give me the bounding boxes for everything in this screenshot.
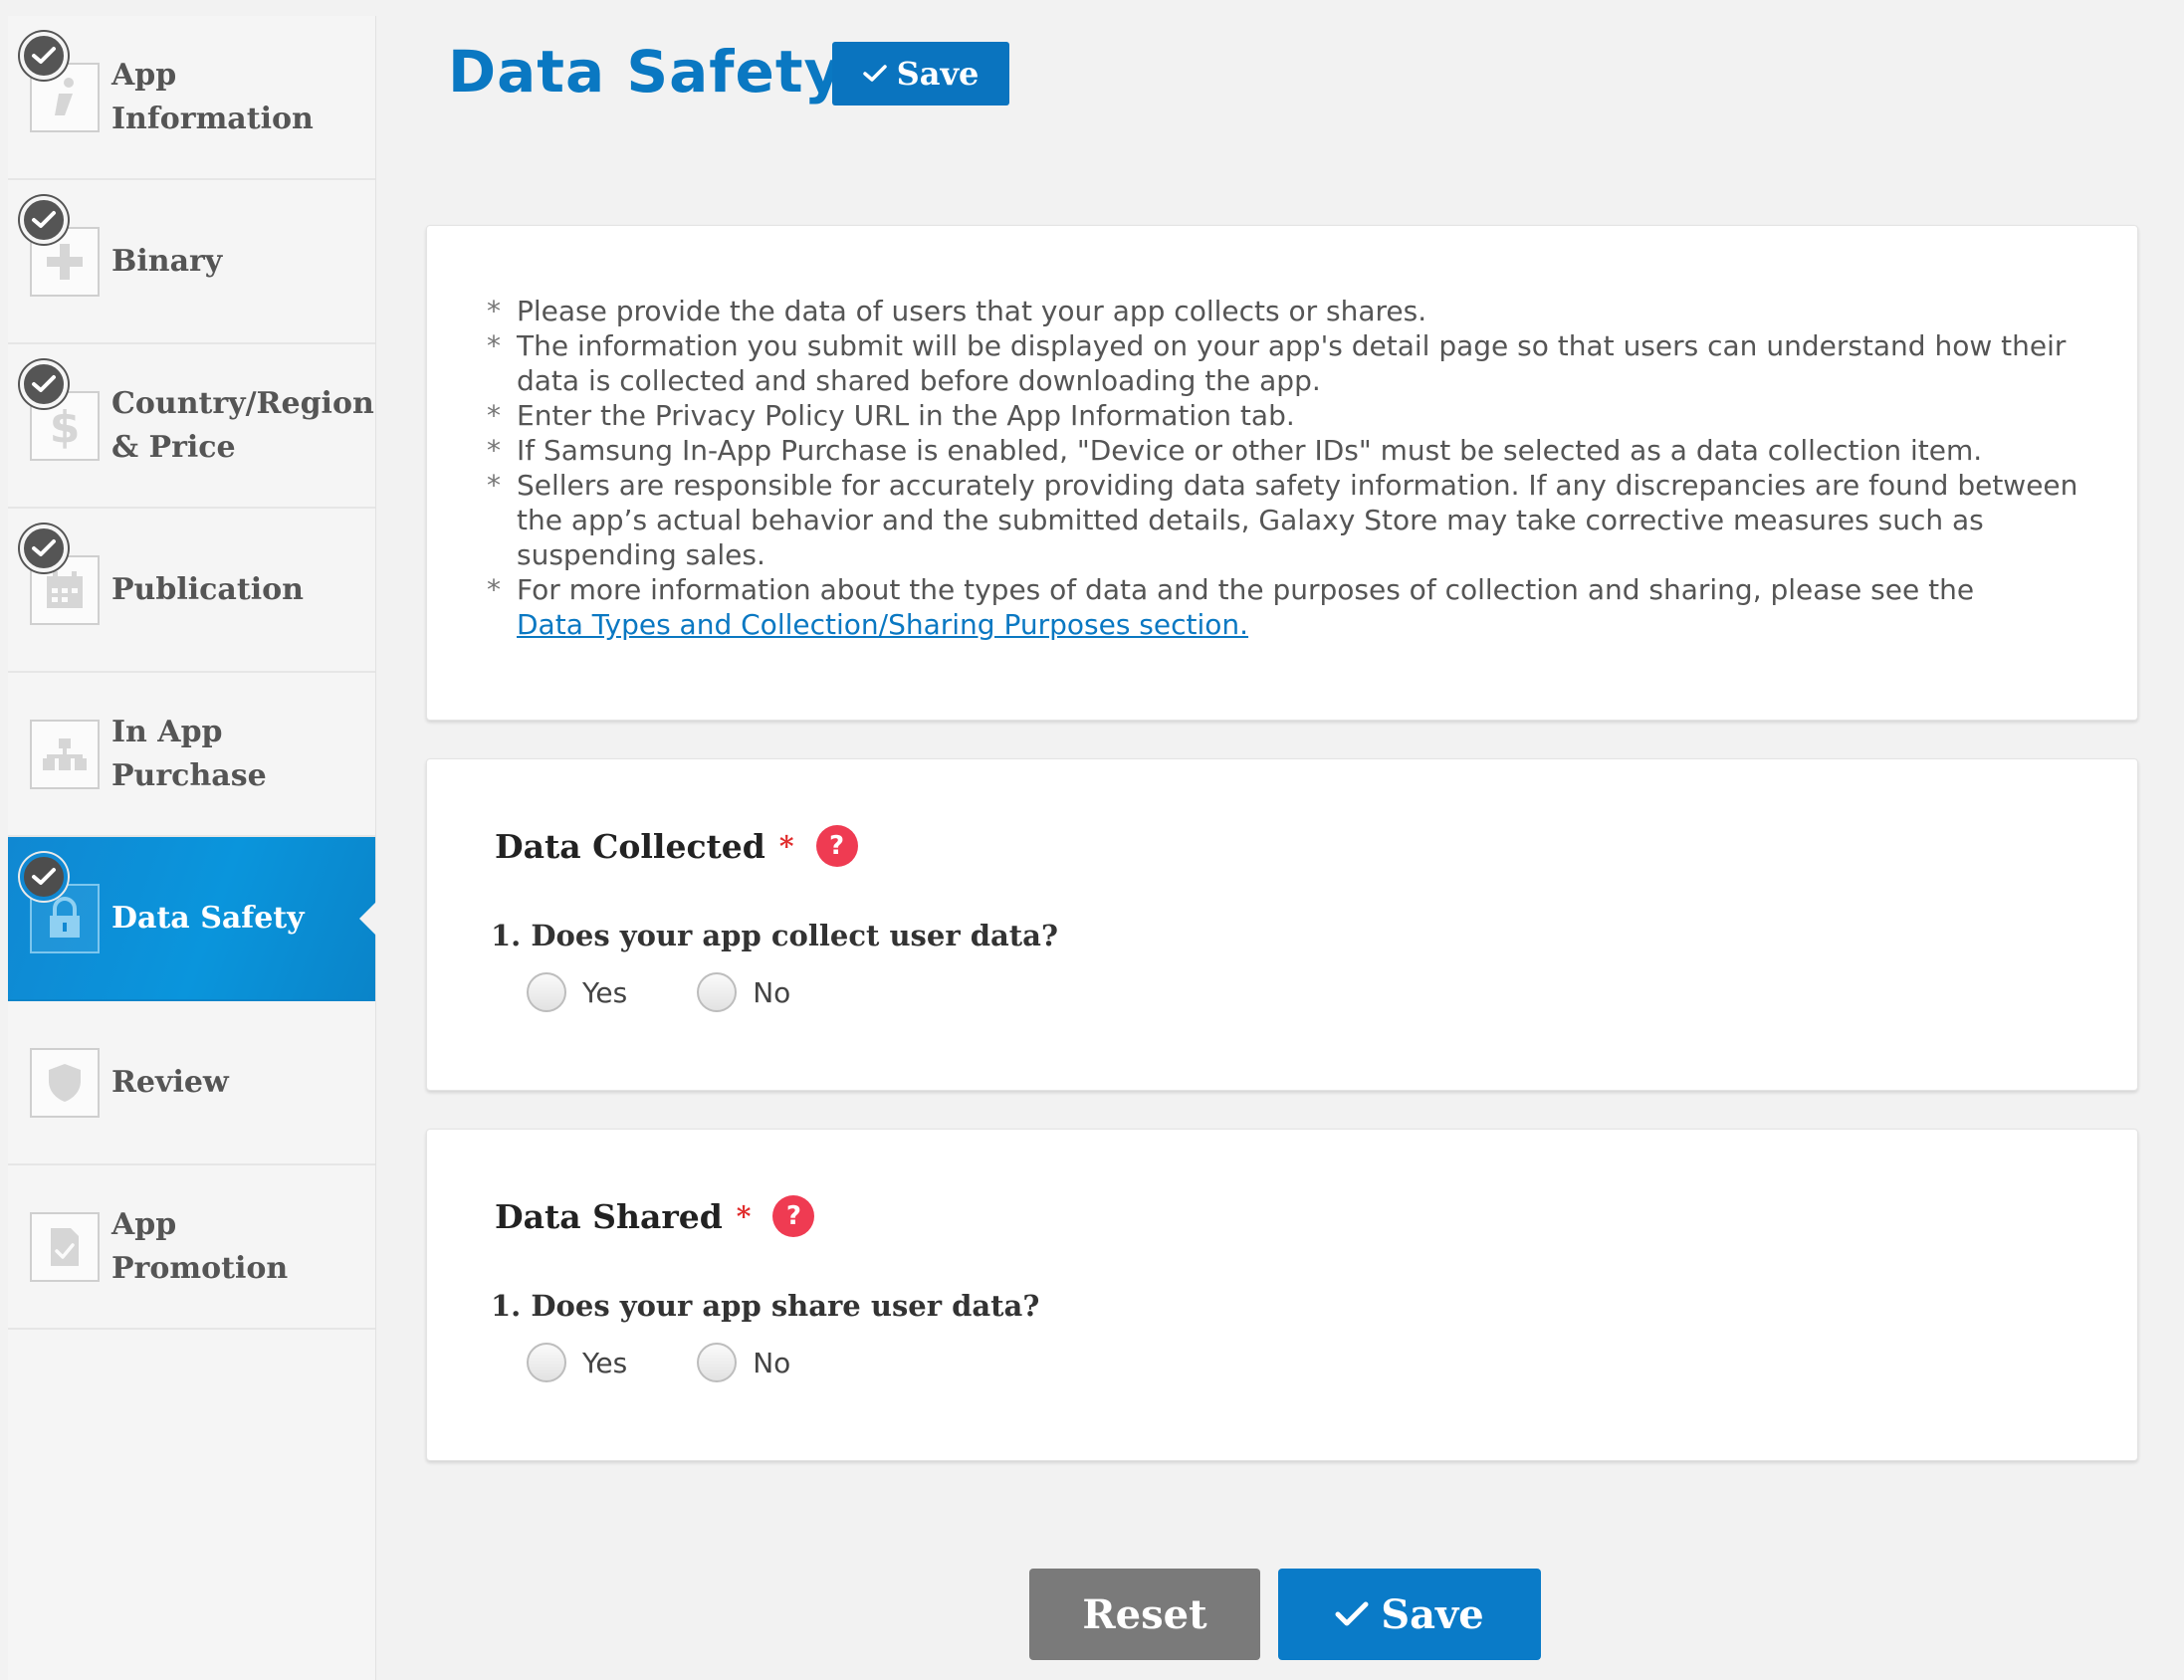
- reset-button[interactable]: Reset: [1029, 1569, 1260, 1660]
- note-item: * Please provide the data of users that y…: [487, 295, 1427, 327]
- sidebar-item-label: Data Safety: [111, 900, 305, 936]
- sidebar-item-label: In App Purchase: [111, 714, 267, 793]
- share-question: 1. Does your app share user data?: [491, 1289, 1040, 1323]
- data-shared-title: Data Shared * ?: [495, 1195, 815, 1237]
- sidebar-item-label: Country/Region & Price: [111, 385, 374, 465]
- notes-list: * Please provide the data of users that y…: [487, 294, 2079, 642]
- share-yes-radio[interactable]: Yes: [527, 1343, 627, 1382]
- check-icon: [1335, 1601, 1369, 1626]
- help-icon[interactable]: ?: [772, 1195, 815, 1237]
- sidebar-item-data-safety[interactable]: Data Safety: [8, 837, 375, 1001]
- radio-circle[interactable]: [697, 1343, 738, 1382]
- data-collected-card: Data Collected * ? 1. Does your app coll…: [426, 758, 2138, 1091]
- radio-circle[interactable]: [697, 972, 738, 1012]
- note-item: * Enter the Privacy Policy URL in the App…: [487, 399, 1295, 432]
- check-icon: [20, 525, 68, 572]
- collect-question: 1. Does your app collect user data?: [491, 919, 1058, 952]
- save-button-bottom[interactable]: Save: [1278, 1569, 1541, 1660]
- collect-no-radio[interactable]: No: [697, 972, 790, 1012]
- radio-circle[interactable]: [527, 1343, 566, 1382]
- help-icon[interactable]: ?: [815, 825, 858, 867]
- svg-text:$: $: [50, 402, 81, 450]
- save-button-top[interactable]: Save: [832, 42, 1009, 105]
- radio-circle[interactable]: [527, 972, 566, 1012]
- document-check-icon: [30, 1211, 100, 1282]
- sidebar: App Information Binary $ Country/Region …: [8, 16, 376, 1680]
- note-item: * The information you submit will be disp…: [487, 329, 2067, 397]
- sidebar-item-label: App Promotion: [111, 1206, 289, 1286]
- check-icon: [862, 65, 887, 82]
- share-no-radio[interactable]: No: [697, 1343, 790, 1382]
- sidebar-item-review[interactable]: Review: [8, 1001, 375, 1165]
- sidebar-item-app-information[interactable]: App Information: [8, 16, 375, 180]
- note-item: * If Samsung In-App Purchase is enabled, …: [487, 434, 1983, 467]
- data-types-link[interactable]: Data Types and Collection/Sharing Purpos…: [517, 608, 1248, 641]
- collect-radio-group: Yes No: [527, 972, 790, 1012]
- check-icon: [20, 32, 68, 80]
- page-title: Data Safety: [448, 38, 843, 105]
- save-button-label: Save: [896, 55, 980, 93]
- check-icon: [20, 196, 68, 244]
- hierarchy-icon: [30, 719, 100, 789]
- required-mark: *: [778, 829, 794, 863]
- sidebar-item-label: App Information: [111, 57, 314, 136]
- check-icon: [20, 853, 68, 901]
- note-item: * For more information about the types of…: [487, 573, 1975, 641]
- sidebar-item-in-app-purchase[interactable]: In App Purchase: [8, 673, 375, 837]
- sidebar-item-app-promotion[interactable]: App Promotion: [8, 1165, 375, 1330]
- collect-yes-radio[interactable]: Yes: [527, 972, 627, 1012]
- data-shared-card: Data Shared * ? 1. Does your app share u…: [426, 1129, 2138, 1461]
- check-icon: [20, 360, 68, 408]
- sidebar-item-label: Review: [111, 1064, 229, 1100]
- required-mark: *: [736, 1199, 752, 1233]
- sidebar-item-label: Binary: [111, 243, 223, 279]
- sidebar-item-publication[interactable]: Publication: [8, 509, 375, 673]
- shield-icon: [30, 1047, 100, 1118]
- info-card: * Please provide the data of users that y…: [426, 225, 2138, 721]
- data-collected-title: Data Collected * ?: [495, 825, 858, 867]
- note-item: * Sellers are responsible for accurately …: [487, 469, 2078, 571]
- save-button-label: Save: [1381, 1590, 1484, 1638]
- share-radio-group: Yes No: [527, 1343, 790, 1382]
- sidebar-item-binary[interactable]: Binary: [8, 180, 375, 344]
- sidebar-item-country-region-price[interactable]: $ Country/Region & Price: [8, 344, 375, 509]
- sidebar-item-label: Publication: [111, 571, 304, 607]
